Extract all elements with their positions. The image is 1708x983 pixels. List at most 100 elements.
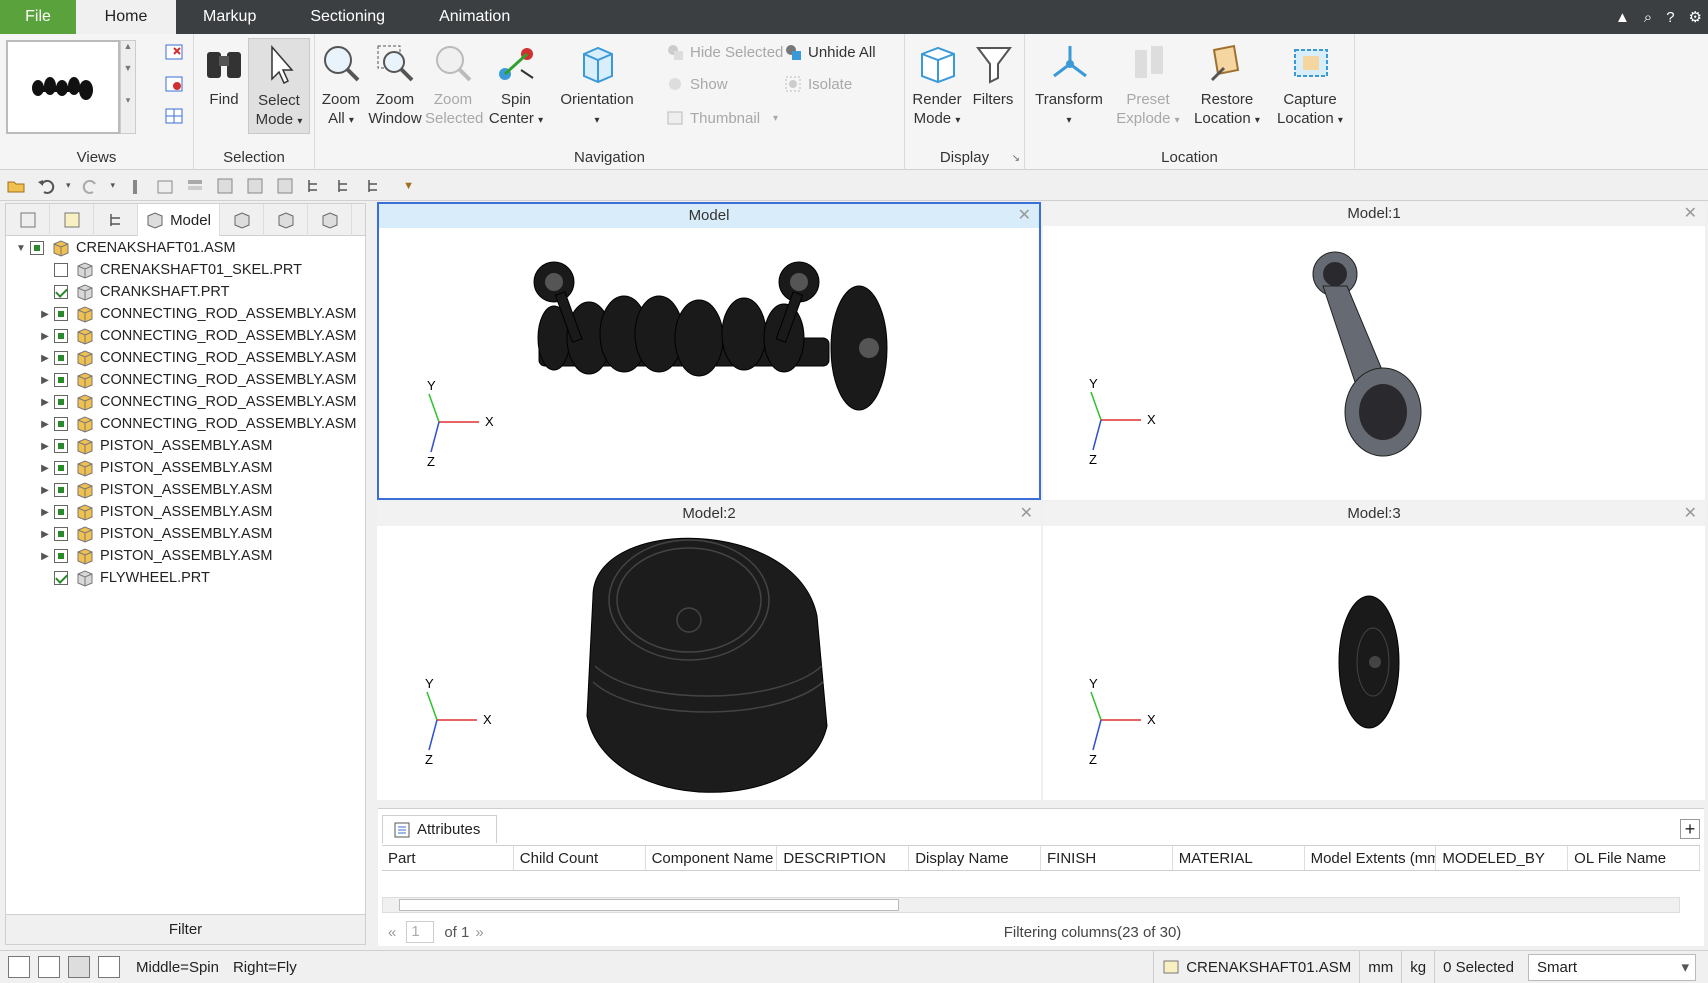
zoom-window-button[interactable]: Zoom Window — [367, 40, 423, 128]
column-header[interactable]: Model Extents (mm) — [1305, 846, 1437, 870]
close-icon[interactable]: ✕ — [1684, 202, 1697, 226]
close-icon[interactable]: ✕ — [1020, 502, 1033, 526]
view-delete-icon[interactable] — [164, 42, 186, 64]
next-page-icon[interactable]: » — [475, 924, 483, 941]
unhide-all-button[interactable]: Unhide All — [783, 42, 876, 62]
export-icon[interactable] — [155, 176, 175, 196]
tab-structure[interactable] — [6, 204, 50, 236]
tree-row[interactable]: ▶ CONNECTING_ROD_ASSEMBLY.ASM — [6, 369, 365, 391]
view-layout-icon[interactable] — [164, 106, 186, 128]
tree-expander-icon[interactable]: ▶ — [36, 397, 54, 408]
tree-expander-icon[interactable]: ▶ — [36, 529, 54, 540]
add-tab-button[interactable]: + — [1680, 819, 1700, 839]
measure-icon[interactable] — [125, 176, 145, 196]
tree-row[interactable]: ▶ PISTON_ASSEMBLY.ASM — [6, 501, 365, 523]
viewport-model-2[interactable]: Model:2 ✕ Y X Z — [377, 502, 1041, 800]
show-button[interactable]: Show — [665, 74, 728, 94]
viewport-model-3[interactable]: Model:3 ✕ Y X Z — [1043, 502, 1705, 800]
column-header[interactable]: FINISH — [1041, 846, 1173, 870]
attributes-horizontal-scrollbar[interactable] — [382, 897, 1680, 913]
tree-structure-icon[interactable] — [365, 176, 385, 196]
tab-markup[interactable]: Markup — [176, 0, 283, 34]
tab-cube-1[interactable] — [220, 204, 264, 236]
visibility-checkbox[interactable] — [54, 571, 68, 585]
hide-selected-button[interactable]: Hide Selected — [665, 42, 783, 62]
zoom-all-button[interactable]: Zoom All ▾ — [315, 40, 367, 130]
tree-expander-icon[interactable]: ▶ — [36, 353, 54, 364]
tree-row[interactable]: ▶ PISTON_ASSEMBLY.ASM — [6, 435, 365, 457]
column-header[interactable]: MODELED_BY — [1436, 846, 1569, 870]
tree-row[interactable]: ▼ CRENAKSHAFT01.ASM — [6, 237, 365, 259]
selection-filter-dropdown[interactable]: Smart — [1528, 953, 1696, 981]
page-input[interactable]: 1 — [406, 921, 435, 943]
visibility-checkbox[interactable] — [54, 373, 68, 387]
isolate-button[interactable]: Isolate — [783, 74, 852, 94]
visibility-checkbox[interactable] — [54, 329, 68, 343]
tab-animation[interactable]: Animation — [412, 0, 537, 34]
thumbnail-button[interactable]: Thumbnail ▾ — [665, 108, 778, 128]
open-folder-icon[interactable] — [6, 176, 26, 196]
column-header[interactable]: Component Name — [646, 846, 778, 870]
tree-row[interactable]: ▶ PISTON_ASSEMBLY.ASM — [6, 545, 365, 567]
column-header[interactable]: MATERIAL — [1173, 846, 1305, 870]
find-button[interactable]: Find — [198, 40, 250, 109]
visibility-checkbox[interactable] — [54, 307, 68, 321]
column-header[interactable]: Child Count — [514, 846, 646, 870]
layout-single-icon[interactable] — [8, 956, 30, 978]
tree-expander-icon[interactable]: ▼ — [12, 243, 30, 254]
tree-row[interactable]: ▶ PISTON_ASSEMBLY.ASM — [6, 457, 365, 479]
tab-tree-options[interactable] — [94, 204, 138, 236]
help-icon[interactable]: ? — [1666, 9, 1674, 26]
transform-button[interactable]: Transform ▾ — [1027, 40, 1111, 130]
visibility-checkbox[interactable] — [54, 483, 68, 497]
visibility-checkbox[interactable] — [54, 263, 68, 277]
tree-collapse-icon[interactable] — [335, 176, 355, 196]
tree-row[interactable]: FLYWHEEL.PRT — [6, 567, 365, 589]
redo-dropdown-icon[interactable]: ▾ — [111, 180, 116, 191]
tree-row[interactable]: ▶ CONNECTING_ROD_ASSEMBLY.ASM — [6, 325, 365, 347]
visibility-checkbox[interactable] — [54, 285, 68, 299]
close-icon[interactable]: ✕ — [1684, 502, 1697, 526]
collapse-ribbon-icon[interactable]: ▲ — [1615, 9, 1630, 26]
redo-icon[interactable] — [81, 176, 101, 196]
tab-cube-2[interactable] — [264, 204, 308, 236]
scrollbar-thumb[interactable] — [399, 899, 899, 911]
column-header[interactable]: Display Name — [909, 846, 1041, 870]
visibility-checkbox[interactable] — [54, 439, 68, 453]
views-gallery[interactable] — [6, 40, 120, 134]
tab-model[interactable]: Model — [138, 204, 220, 236]
layout-split-vertical-icon[interactable] — [38, 956, 60, 978]
visibility-checkbox[interactable] — [54, 351, 68, 365]
tree-row[interactable]: ▶ CONNECTING_ROD_ASSEMBLY.ASM — [6, 413, 365, 435]
visibility-checkbox[interactable] — [30, 241, 44, 255]
attributes-tab[interactable]: Attributes — [382, 815, 497, 843]
tree-expander-icon[interactable]: ▶ — [36, 375, 54, 386]
tree-expander-icon[interactable]: ▶ — [36, 331, 54, 342]
capture-location-button[interactable]: Capture Location ▾ — [1269, 40, 1351, 130]
view-update-icon[interactable] — [164, 74, 186, 96]
tree-row[interactable]: ▶ CONNECTING_ROD_ASSEMBLY.ASM — [6, 347, 365, 369]
tab-cube-3[interactable] — [308, 204, 352, 236]
tree-expander-icon[interactable]: ▶ — [36, 485, 54, 496]
layout-quad-icon[interactable] — [98, 956, 120, 978]
undo-dropdown-icon[interactable]: ▾ — [66, 180, 71, 191]
tree-expander-icon[interactable]: ▶ — [36, 309, 54, 320]
tab-annotations[interactable] — [50, 204, 94, 236]
view-box-2-icon[interactable] — [245, 176, 265, 196]
visibility-checkbox[interactable] — [54, 461, 68, 475]
visibility-checkbox[interactable] — [54, 417, 68, 431]
prev-page-icon[interactable]: « — [388, 924, 396, 941]
tab-sectioning[interactable]: Sectioning — [283, 0, 412, 34]
preset-explode-button[interactable]: Preset Explode ▾ — [1113, 40, 1183, 130]
tree-expander-icon[interactable]: ▶ — [36, 419, 54, 430]
filter-bar[interactable]: Filter — [6, 914, 365, 944]
column-header[interactable]: Part — [382, 846, 514, 870]
tree-row[interactable]: ▶ PISTON_ASSEMBLY.ASM — [6, 523, 365, 545]
undo-icon[interactable] — [36, 176, 56, 196]
tree-row[interactable]: ▶ PISTON_ASSEMBLY.ASM — [6, 479, 365, 501]
settings-icon[interactable]: ⚙ — [1689, 8, 1702, 26]
tree-row[interactable]: CRENAKSHAFT01_SKEL.PRT — [6, 259, 365, 281]
orientation-button[interactable]: Orientation ▾ — [551, 40, 643, 130]
render-mode-button[interactable]: Render Mode ▾ — [909, 40, 965, 130]
close-icon[interactable]: ✕ — [1018, 204, 1031, 228]
